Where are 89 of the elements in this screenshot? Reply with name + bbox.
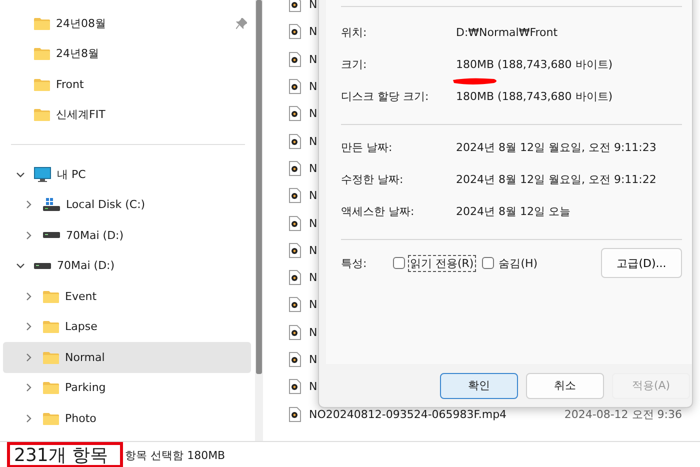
property-label: 디스크 할당 크기:: [341, 88, 430, 104]
tree-item[interactable]: Photo: [3, 403, 251, 434]
chevron-icon[interactable]: [24, 230, 33, 240]
video-file-icon: [289, 216, 301, 231]
drive-icon: [34, 262, 51, 269]
folder-icon: [43, 320, 59, 334]
checkbox-label[interactable]: 숨김(H): [496, 254, 540, 272]
quick-access-item[interactable]: 24년8월: [3, 38, 251, 69]
file-name[interactable]: N: [309, 0, 318, 12]
chevron-icon[interactable]: [24, 292, 33, 301]
chevron-icon[interactable]: [24, 322, 33, 332]
property-label: 크기:: [341, 56, 368, 72]
checkbox-label[interactable]: 읽기 전용(R): [408, 254, 476, 272]
property-label: 만든 날짜:: [341, 140, 394, 154]
file-name[interactable]: N: [309, 80, 318, 94]
file-name[interactable]: N: [309, 162, 318, 175]
dialog-button[interactable]: 확인: [440, 372, 518, 398]
video-file-icon: [289, 406, 301, 422]
chevron-icon[interactable]: [24, 200, 33, 210]
file-name[interactable]: N: [309, 52, 318, 66]
checkbox[interactable]: [482, 257, 494, 269]
attributes-label: 특성:: [341, 256, 368, 270]
video-file-icon: [289, 52, 301, 67]
property-value: 2024년 8월 12일 월요일, 오전 9:11:23: [456, 140, 658, 154]
folder-icon: [43, 290, 59, 303]
quick-access-item[interactable]: 신세계FIT: [3, 100, 251, 130]
checkbox[interactable]: [393, 257, 405, 269]
file-name[interactable]: N: [309, 134, 318, 148]
file-name[interactable]: N: [309, 25, 318, 38]
video-file-icon: [289, 134, 301, 149]
chevron-icon[interactable]: [16, 170, 25, 179]
folder-icon: [34, 47, 50, 60]
chevron-icon[interactable]: [24, 414, 33, 423]
property-value: D:₩Normal₩Front: [456, 26, 559, 38]
tree-item[interactable]: Event: [3, 281, 251, 312]
file-name[interactable]: NO20240812-093524-065983F.mp4: [309, 408, 507, 421]
property-value: 180MB (188,743,680 바이트): [456, 88, 614, 104]
scrollbar-thumb[interactable]: [256, 0, 262, 374]
video-file-icon: [289, 188, 301, 204]
tree-item[interactable]: Parking: [3, 372, 251, 403]
quick-access-item[interactable]: 24년08월: [3, 8, 251, 38]
tree-item[interactable]: 70Mai (D:): [3, 220, 251, 250]
advanced-button[interactable]: 고급(D)...: [601, 248, 682, 278]
tree-item[interactable]: Normal: [3, 342, 251, 372]
video-file-icon: [289, 242, 301, 258]
folder-icon: [34, 108, 50, 122]
property-value: 2024년 8월 12일 월요일, 오전 9:11:22: [456, 172, 658, 186]
file-name[interactable]: N: [309, 380, 318, 394]
property-value: 2024년 8월 12일 오늘: [456, 204, 572, 218]
video-file-icon: [289, 352, 301, 367]
video-file-icon: [289, 270, 301, 286]
folder-icon: [43, 350, 59, 364]
tree-item[interactable]: Lapse: [3, 312, 251, 342]
quick-access-item[interactable]: Front: [3, 69, 251, 100]
folder-icon: [43, 412, 59, 425]
property-label: 위치:: [341, 24, 368, 40]
folder-icon: [34, 78, 50, 91]
property-label: 액세스한 날짜:: [341, 204, 416, 218]
video-file-icon: [289, 379, 301, 394]
item-count: 231개 항목: [7, 442, 124, 467]
file-name[interactable]: N: [309, 271, 318, 284]
video-file-icon: [289, 79, 301, 94]
chevron-icon[interactable]: [16, 261, 25, 270]
drive-icon: [43, 198, 60, 212]
file-name[interactable]: N: [309, 353, 318, 366]
selection-info: 항목 선택함 180MB: [125, 448, 226, 462]
video-file-icon: [289, 297, 301, 312]
video-file-icon: [289, 324, 301, 340]
folder-icon: [34, 16, 50, 30]
dialog-button[interactable]: 취소: [526, 372, 604, 398]
tree-item[interactable]: 내 PC: [3, 159, 251, 190]
file-name[interactable]: N: [309, 216, 318, 230]
chevron-icon[interactable]: [24, 383, 33, 392]
monitor-icon: [34, 166, 51, 182]
video-file-icon: [289, 160, 301, 176]
property-label: 수정한 날짜:: [341, 172, 404, 186]
file-name[interactable]: N: [309, 189, 318, 202]
video-file-icon: [289, 106, 301, 122]
modified-date: 2024-08-12 오전 9:36: [564, 406, 682, 422]
tree-item[interactable]: 70Mai (D:): [3, 250, 251, 281]
file-name[interactable]: N: [309, 326, 318, 339]
video-file-icon: [289, 24, 301, 40]
folder-icon: [43, 381, 59, 394]
file-name[interactable]: N: [309, 107, 318, 120]
file-name[interactable]: N: [309, 298, 318, 312]
drive-icon: [43, 232, 60, 238]
tree-item[interactable]: Local Disk (C:): [3, 190, 251, 220]
property-value: 180MB (188,743,680 바이트): [456, 56, 614, 72]
file-name[interactable]: N: [309, 244, 318, 257]
